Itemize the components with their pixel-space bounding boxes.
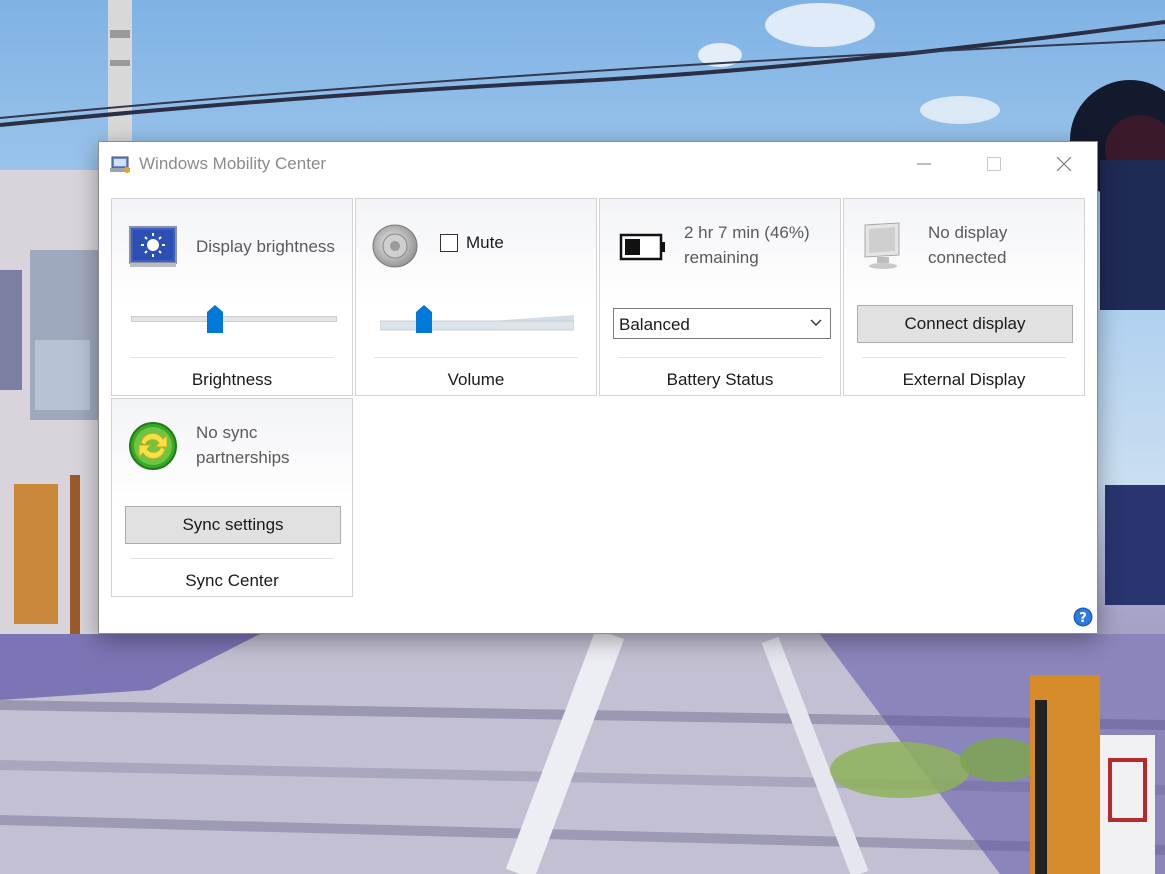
tile-volume: Mute Volume — [355, 198, 597, 396]
tile-brightness: Display brightness Brightness — [111, 198, 353, 396]
speaker-icon — [372, 224, 418, 268]
mute-checkbox[interactable] — [440, 234, 458, 252]
sync-settings-button[interactable]: Sync settings — [125, 506, 341, 544]
tile-label-volume: Volume — [447, 370, 505, 389]
minimize-icon — [917, 163, 931, 165]
power-plan-select[interactable]: Balanced — [613, 308, 831, 339]
tile-separator — [130, 558, 334, 559]
brightness-slider[interactable] — [131, 305, 337, 335]
volume-slider-thumb[interactable] — [416, 305, 432, 333]
chevron-down-icon — [810, 319, 822, 326]
battery-icon — [619, 233, 665, 261]
sync-icon — [129, 422, 177, 470]
svg-text:?: ? — [1079, 611, 1087, 626]
battery-status-text: 2 hr 7 min (46%) remaining — [684, 223, 810, 267]
tile-label-brightness: Brightness — [191, 370, 273, 389]
tile-label-battery: Battery Status — [666, 370, 774, 389]
maximize-icon — [987, 157, 1001, 171]
mobility-center-window: Windows Mobility Center Display brightne… — [98, 141, 1098, 634]
mute-label: Mute — [466, 233, 504, 252]
tile-separator — [618, 357, 822, 358]
tile-label-external-display: External Display — [902, 370, 1026, 389]
display-brightness-icon — [129, 226, 177, 267]
brightness-slider-track — [131, 316, 337, 322]
tile-separator — [130, 357, 334, 358]
help-icon[interactable]: ? — [1073, 607, 1093, 627]
brightness-slider-thumb[interactable] — [207, 305, 223, 333]
title-bar[interactable]: Windows Mobility Center — [99, 142, 1097, 186]
volume-slider[interactable] — [380, 305, 574, 335]
mobility-center-app-icon — [110, 156, 130, 173]
sync-status-text: No sync partnerships — [196, 423, 290, 467]
window-title: Windows Mobility Center — [139, 154, 327, 173]
tile-sync-center: No sync partnerships Sync settings Sync … — [111, 398, 353, 597]
power-plan-value: Balanced — [619, 315, 690, 334]
tile-battery: 2 hr 7 min (46%) remaining Balanced Batt… — [599, 198, 841, 396]
brightness-description: Display brightness — [196, 237, 335, 256]
close-icon — [1056, 156, 1072, 172]
close-button[interactable] — [1029, 142, 1099, 186]
tile-separator — [862, 357, 1066, 358]
tile-external-display: No display connected Connect display Ext… — [843, 198, 1085, 396]
tile-separator — [374, 357, 578, 358]
connect-display-button[interactable]: Connect display — [857, 305, 1073, 343]
display-status-text: No display connected — [928, 223, 1008, 267]
maximize-button[interactable] — [959, 142, 1029, 186]
monitor-icon — [864, 222, 900, 269]
tile-label-sync-center: Sync Center — [185, 571, 279, 590]
minimize-button[interactable] — [889, 142, 959, 186]
volume-slider-track — [380, 315, 574, 331]
